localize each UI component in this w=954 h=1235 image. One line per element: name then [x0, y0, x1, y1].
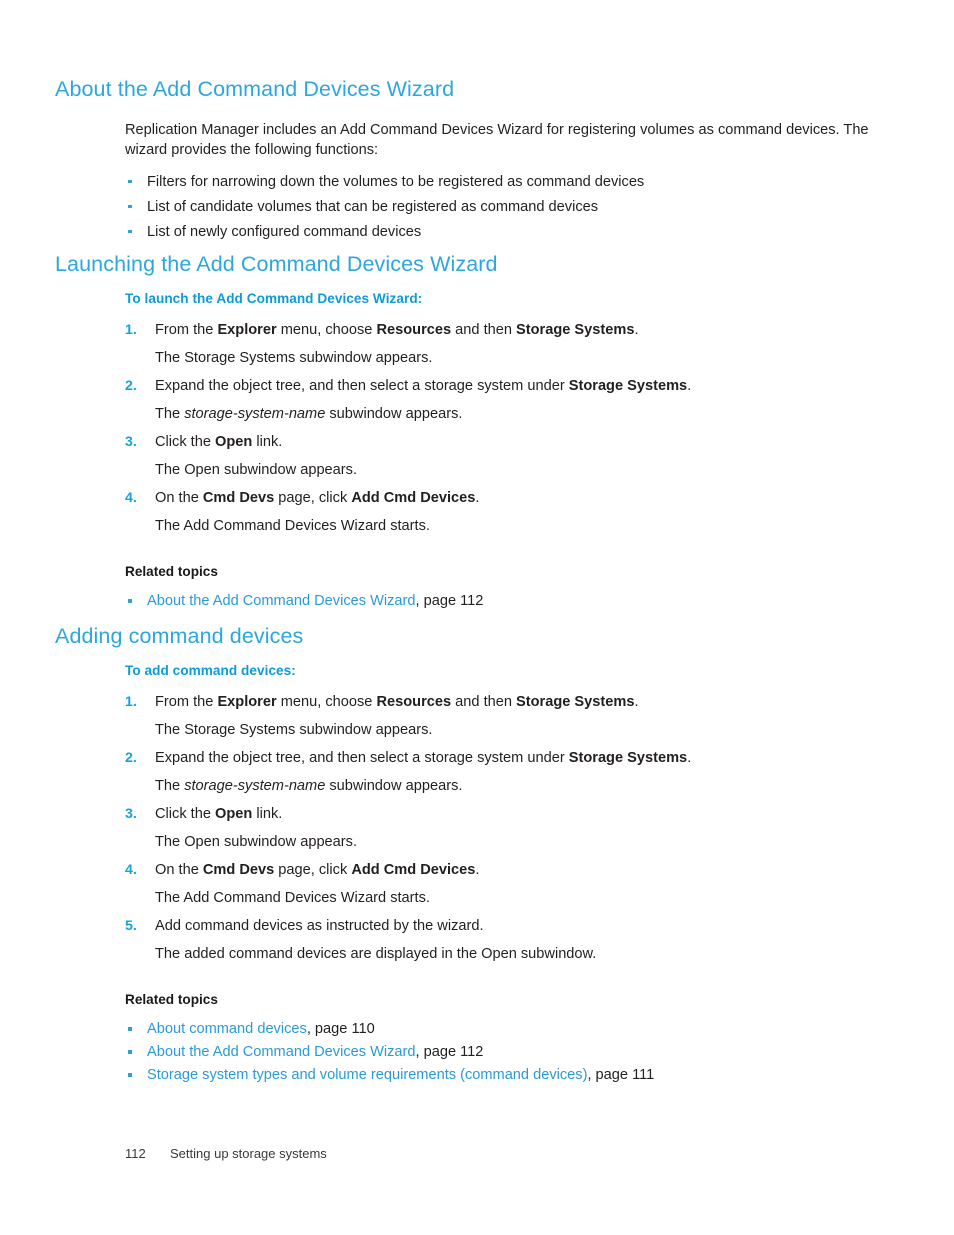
step-result: The Add Command Devices Wizard starts. [155, 518, 430, 535]
steps-launch-wizard: 1. From the Explorer menu, choose Resour… [125, 320, 835, 536]
step-item: 3. Click the Open link. [125, 804, 835, 824]
step-item: 4. On the Cmd Devs page, click Add Cmd D… [125, 860, 835, 880]
step-text: From the Explorer menu, choose Resources… [155, 322, 639, 339]
section-heading-launching-wizard: Launching the Add Command Devices Wizard [55, 252, 498, 276]
section-adding-command-devices: Adding command devices To add command de… [55, 624, 835, 1085]
list-item: List of newly configured command devices [125, 222, 815, 242]
step-text: On the Cmd Devs page, click Add Cmd Devi… [155, 490, 480, 507]
related-topic-link[interactable]: About the Add Command Devices Wizard [147, 593, 416, 609]
step-result: The Storage Systems subwindow appears. [155, 350, 433, 367]
related-topics-list-add: About command devices, page 110 About th… [125, 1019, 835, 1085]
step-number: 5. [125, 918, 137, 935]
step-result: The storage-system-name subwindow appear… [155, 778, 463, 795]
step-text: Click the Open link. [155, 434, 283, 451]
related-topics-heading: Related topics [125, 564, 218, 580]
step-number: 4. [125, 490, 137, 507]
list-item: About command devices, page 110 [125, 1019, 835, 1039]
related-topic-link[interactable]: About command devices [147, 1021, 307, 1037]
bullet-icon [128, 179, 132, 184]
step-item: 2. Expand the object tree, and then sele… [125, 748, 835, 768]
step-item: 3. Click the Open link. [125, 432, 835, 452]
footer-page-number: 112 [125, 1146, 146, 1161]
step-text: On the Cmd Devs page, click Add Cmd Devi… [155, 862, 480, 879]
step-item: 1. From the Explorer menu, choose Resour… [125, 320, 835, 340]
step-result: The Storage Systems subwindow appears. [155, 722, 433, 739]
step-number: 1. [125, 694, 137, 711]
procedure-subheading-add: To add command devices: [125, 662, 296, 678]
step-text: From the Explorer menu, choose Resources… [155, 694, 639, 711]
related-topic-link[interactable]: Storage system types and volume requirem… [147, 1067, 587, 1083]
step-number: 3. [125, 806, 137, 823]
list-item-label: List of newly configured command devices [147, 223, 422, 240]
list-item: About the Add Command Devices Wizard, pa… [125, 591, 835, 611]
step-item: 1. From the Explorer menu, choose Resour… [125, 692, 835, 712]
step-item: 5. Add command devices as instructed by … [125, 916, 835, 936]
step-text: Click the Open link. [155, 806, 283, 823]
list-item: About the Add Command Devices Wizard, pa… [125, 1042, 835, 1062]
related-topic-link[interactable]: About the Add Command Devices Wizard [147, 1044, 416, 1060]
step-number: 3. [125, 434, 137, 451]
related-topic-page: , page 111 [587, 1067, 655, 1084]
footer-chapter-title: Setting up storage systems [170, 1146, 327, 1161]
bullet-icon [128, 1027, 132, 1032]
list-item: Storage system types and volume requirem… [125, 1065, 835, 1085]
document-page: About the Add Command Devices Wizard Rep… [0, 0, 954, 1235]
step-text: Expand the object tree, and then select … [155, 378, 692, 395]
list-item: Filters for narrowing down the volumes t… [125, 172, 815, 192]
step-item: 4. On the Cmd Devs page, click Add Cmd D… [125, 488, 835, 508]
related-topic-page: , page 112 [415, 593, 484, 610]
step-text: Expand the object tree, and then select … [155, 750, 692, 767]
page-footer: 112 Setting up storage systems [125, 1145, 327, 1163]
step-result: The Open subwindow appears. [155, 462, 358, 479]
step-number: 4. [125, 862, 137, 879]
related-topic-page: , page 110 [306, 1021, 375, 1038]
step-result: The Open subwindow appears. [155, 834, 358, 851]
list-item: List of candidate volumes that can be re… [125, 197, 815, 217]
bullet-icon [128, 204, 132, 209]
section-heading-about-wizard: About the Add Command Devices Wizard [55, 77, 455, 101]
step-number: 2. [125, 750, 137, 767]
procedure-subheading-launch: To launch the Add Command Devices Wizard… [125, 290, 423, 306]
related-topic-page: , page 112 [415, 1044, 484, 1061]
wizard-function-list: Filters for narrowing down the volumes t… [125, 172, 815, 242]
section-heading-adding-command-devices: Adding command devices [55, 624, 304, 648]
step-item: 2. Expand the object tree, and then sele… [125, 376, 835, 396]
step-number: 2. [125, 378, 137, 395]
step-result: The added command devices are displayed … [155, 946, 597, 963]
steps-add-command-devices: 1. From the Explorer menu, choose Resour… [125, 692, 835, 964]
step-text: Add command devices as instructed by the… [155, 918, 484, 935]
step-number: 1. [125, 322, 137, 339]
list-item-label: List of candidate volumes that can be re… [147, 198, 599, 215]
section-launching-wizard: Launching the Add Command Devices Wizard… [55, 252, 835, 611]
bullet-icon [128, 1073, 132, 1078]
related-topics-list-launch: About the Add Command Devices Wizard, pa… [125, 591, 835, 611]
intro-paragraph: Replication Manager includes an Add Comm… [125, 121, 869, 158]
section-about-wizard: About the Add Command Devices Wizard Rep… [55, 77, 869, 242]
bullet-icon [128, 1050, 132, 1055]
step-result: The storage-system-name subwindow appear… [155, 406, 463, 423]
list-item-label: Filters for narrowing down the volumes t… [147, 173, 645, 190]
step-result: The Add Command Devices Wizard starts. [155, 890, 430, 907]
related-topics-heading: Related topics [125, 992, 218, 1008]
bullet-icon [128, 229, 132, 234]
bullet-icon [128, 599, 132, 604]
